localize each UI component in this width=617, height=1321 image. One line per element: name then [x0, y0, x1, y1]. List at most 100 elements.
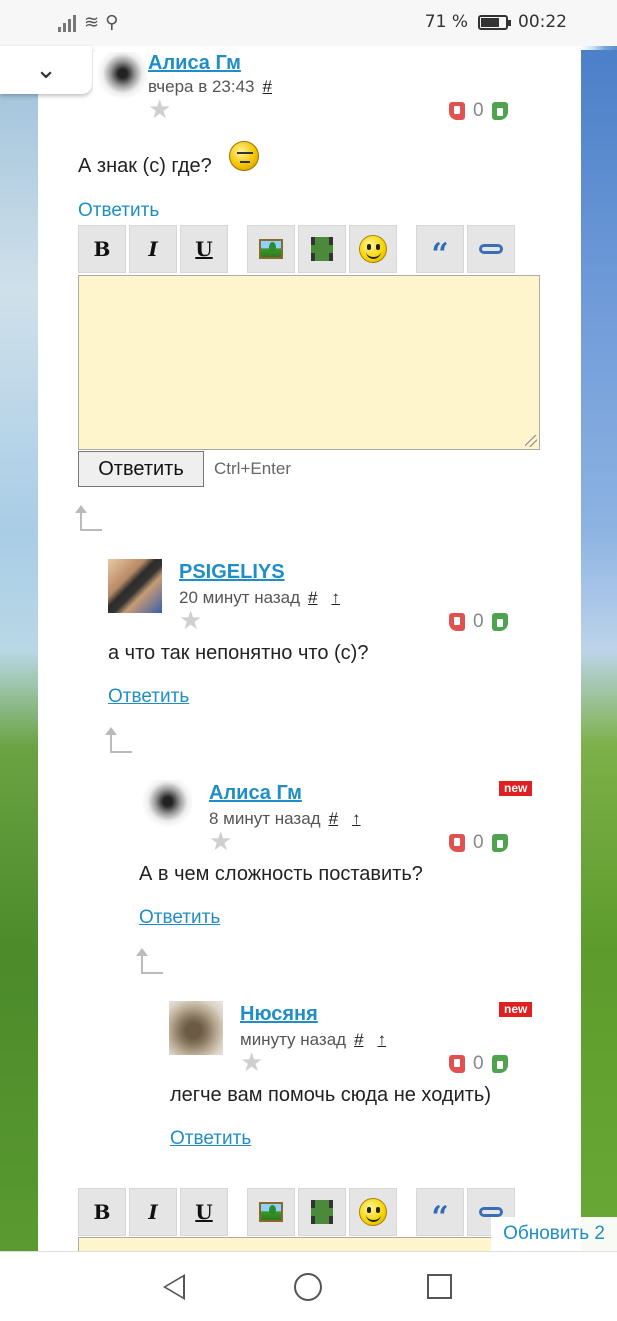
italic-icon: I	[148, 237, 158, 261]
nav-home-icon[interactable]	[294, 1273, 322, 1301]
new-badge: new	[499, 781, 533, 796]
comment-text: А в чем сложность поставить?	[139, 863, 423, 885]
permalink[interactable]: #	[354, 1030, 363, 1049]
author-link[interactable]: Алиса Гм	[209, 782, 302, 805]
nav-back-icon[interactable]	[163, 1274, 185, 1300]
vote-controls: 0	[449, 1053, 508, 1075]
reply-link[interactable]: Ответить	[78, 200, 159, 222]
reply-link[interactable]: Ответить	[170, 1128, 251, 1150]
comment-meta: 20 минут назад # ↑	[179, 588, 340, 608]
avatar[interactable]	[138, 780, 192, 834]
thumb-down-icon[interactable]	[449, 102, 465, 120]
wifi-icon: ≋	[84, 12, 100, 33]
shortcut-hint: Ctrl+Enter	[214, 459, 291, 478]
quote-button[interactable]: “	[416, 1188, 464, 1236]
comment-meta: 8 минут назад # ↑	[209, 809, 361, 829]
submit-reply-button[interactable]: Ответить	[78, 451, 204, 487]
parent-link[interactable]: ↑	[378, 1030, 387, 1049]
star-icon[interactable]: ★	[209, 829, 232, 855]
return-up-icon[interactable]	[105, 727, 132, 753]
italic-button[interactable]: I	[129, 225, 177, 273]
link-button[interactable]	[467, 225, 515, 273]
avatar[interactable]	[93, 52, 147, 106]
android-nav-bar	[0, 1251, 617, 1321]
comment-text: легче вам помочь сюда не ходить)	[170, 1084, 491, 1106]
permalink[interactable]: #	[263, 77, 272, 96]
reply-textarea[interactable]	[78, 275, 540, 450]
star-icon[interactable]: ★	[148, 97, 171, 123]
editor-toolbar: B I U “	[78, 225, 515, 273]
avatar[interactable]	[108, 559, 162, 613]
return-up-icon[interactable]	[136, 948, 163, 974]
insert-video-button[interactable]	[298, 1188, 346, 1236]
battery-percent: 71 %	[424, 12, 468, 32]
signal-icon	[58, 14, 78, 32]
reply-link[interactable]: Ответить	[108, 686, 189, 708]
comment-time: вчера в 23:43	[148, 77, 255, 96]
thumb-up-icon[interactable]	[491, 834, 508, 852]
permalink[interactable]: #	[329, 809, 338, 828]
background-scenery-right	[581, 50, 617, 1251]
vote-controls: 0	[449, 100, 508, 122]
thumb-down-icon[interactable]	[449, 834, 465, 852]
chevron-down-icon: ⌄	[35, 55, 57, 85]
insert-video-button[interactable]	[298, 225, 346, 273]
underline-button[interactable]: U	[180, 225, 228, 273]
comment-meta: минуту назад # ↑	[240, 1030, 386, 1050]
link-icon	[479, 244, 503, 254]
image-icon	[259, 239, 283, 259]
author-link[interactable]: Нюсяня	[240, 1003, 318, 1026]
author-link[interactable]: PSIGELIYS	[179, 561, 285, 584]
italic-icon: I	[148, 1200, 158, 1224]
parent-link[interactable]: ↑	[332, 588, 341, 607]
insert-image-button[interactable]	[247, 225, 295, 273]
rating-value: 0	[473, 611, 484, 632]
nav-recent-icon[interactable]	[427, 1274, 452, 1299]
collapse-button[interactable]: ⌄	[0, 46, 92, 94]
underline-icon: U	[195, 237, 213, 261]
return-up-icon[interactable]	[75, 505, 102, 531]
quote-icon: “	[431, 237, 449, 272]
new-badge: new	[499, 1002, 533, 1017]
resize-handle-icon[interactable]	[525, 435, 537, 447]
clock: 00:22	[518, 12, 567, 32]
insert-image-button[interactable]	[247, 1188, 295, 1236]
refresh-button[interactable]: Обновить 2	[491, 1217, 617, 1251]
thumb-up-icon[interactable]	[491, 1055, 508, 1073]
status-icons-right: 71 % 00:22	[425, 12, 567, 32]
bold-button[interactable]: B	[78, 1188, 126, 1236]
battery-icon	[478, 14, 511, 30]
vote-controls: 0	[449, 832, 508, 854]
author-link[interactable]: Алиса Гм	[148, 52, 241, 75]
thumb-down-icon[interactable]	[449, 613, 465, 631]
thumb-up-icon[interactable]	[491, 102, 508, 120]
insert-smiley-button[interactable]	[349, 1188, 397, 1236]
italic-button[interactable]: I	[129, 1188, 177, 1236]
editor-toolbar-2: B I U “	[78, 1188, 515, 1236]
underline-icon: U	[195, 1200, 213, 1224]
permalink[interactable]: #	[308, 588, 317, 607]
vote-controls: 0	[449, 611, 508, 633]
thumb-up-icon[interactable]	[491, 613, 508, 631]
reply-textarea-2[interactable]	[78, 1237, 540, 1251]
parent-link[interactable]: ↑	[352, 809, 361, 828]
star-icon[interactable]: ★	[240, 1050, 263, 1076]
comment-time: 20 минут назад	[179, 588, 301, 607]
quote-icon: “	[431, 1200, 449, 1235]
background-scenery-left	[0, 50, 38, 1251]
quote-button[interactable]: “	[416, 225, 464, 273]
avatar[interactable]	[169, 1001, 223, 1055]
underline-button[interactable]: U	[180, 1188, 228, 1236]
thumb-down-icon[interactable]	[449, 1055, 465, 1073]
insert-smiley-button[interactable]	[349, 225, 397, 273]
comment-text: а что так непонятно что (с)?	[108, 642, 369, 664]
image-icon	[259, 1202, 283, 1222]
star-icon[interactable]: ★	[179, 608, 202, 634]
smiley-emoticon-icon	[229, 141, 259, 171]
comment-time: минуту назад	[240, 1030, 347, 1049]
bold-button[interactable]: B	[78, 225, 126, 273]
link-icon	[479, 1207, 503, 1217]
status-icons-left: ≋ ⚲	[58, 12, 118, 33]
rating-value: 0	[473, 1053, 484, 1074]
reply-link[interactable]: Ответить	[139, 907, 220, 929]
